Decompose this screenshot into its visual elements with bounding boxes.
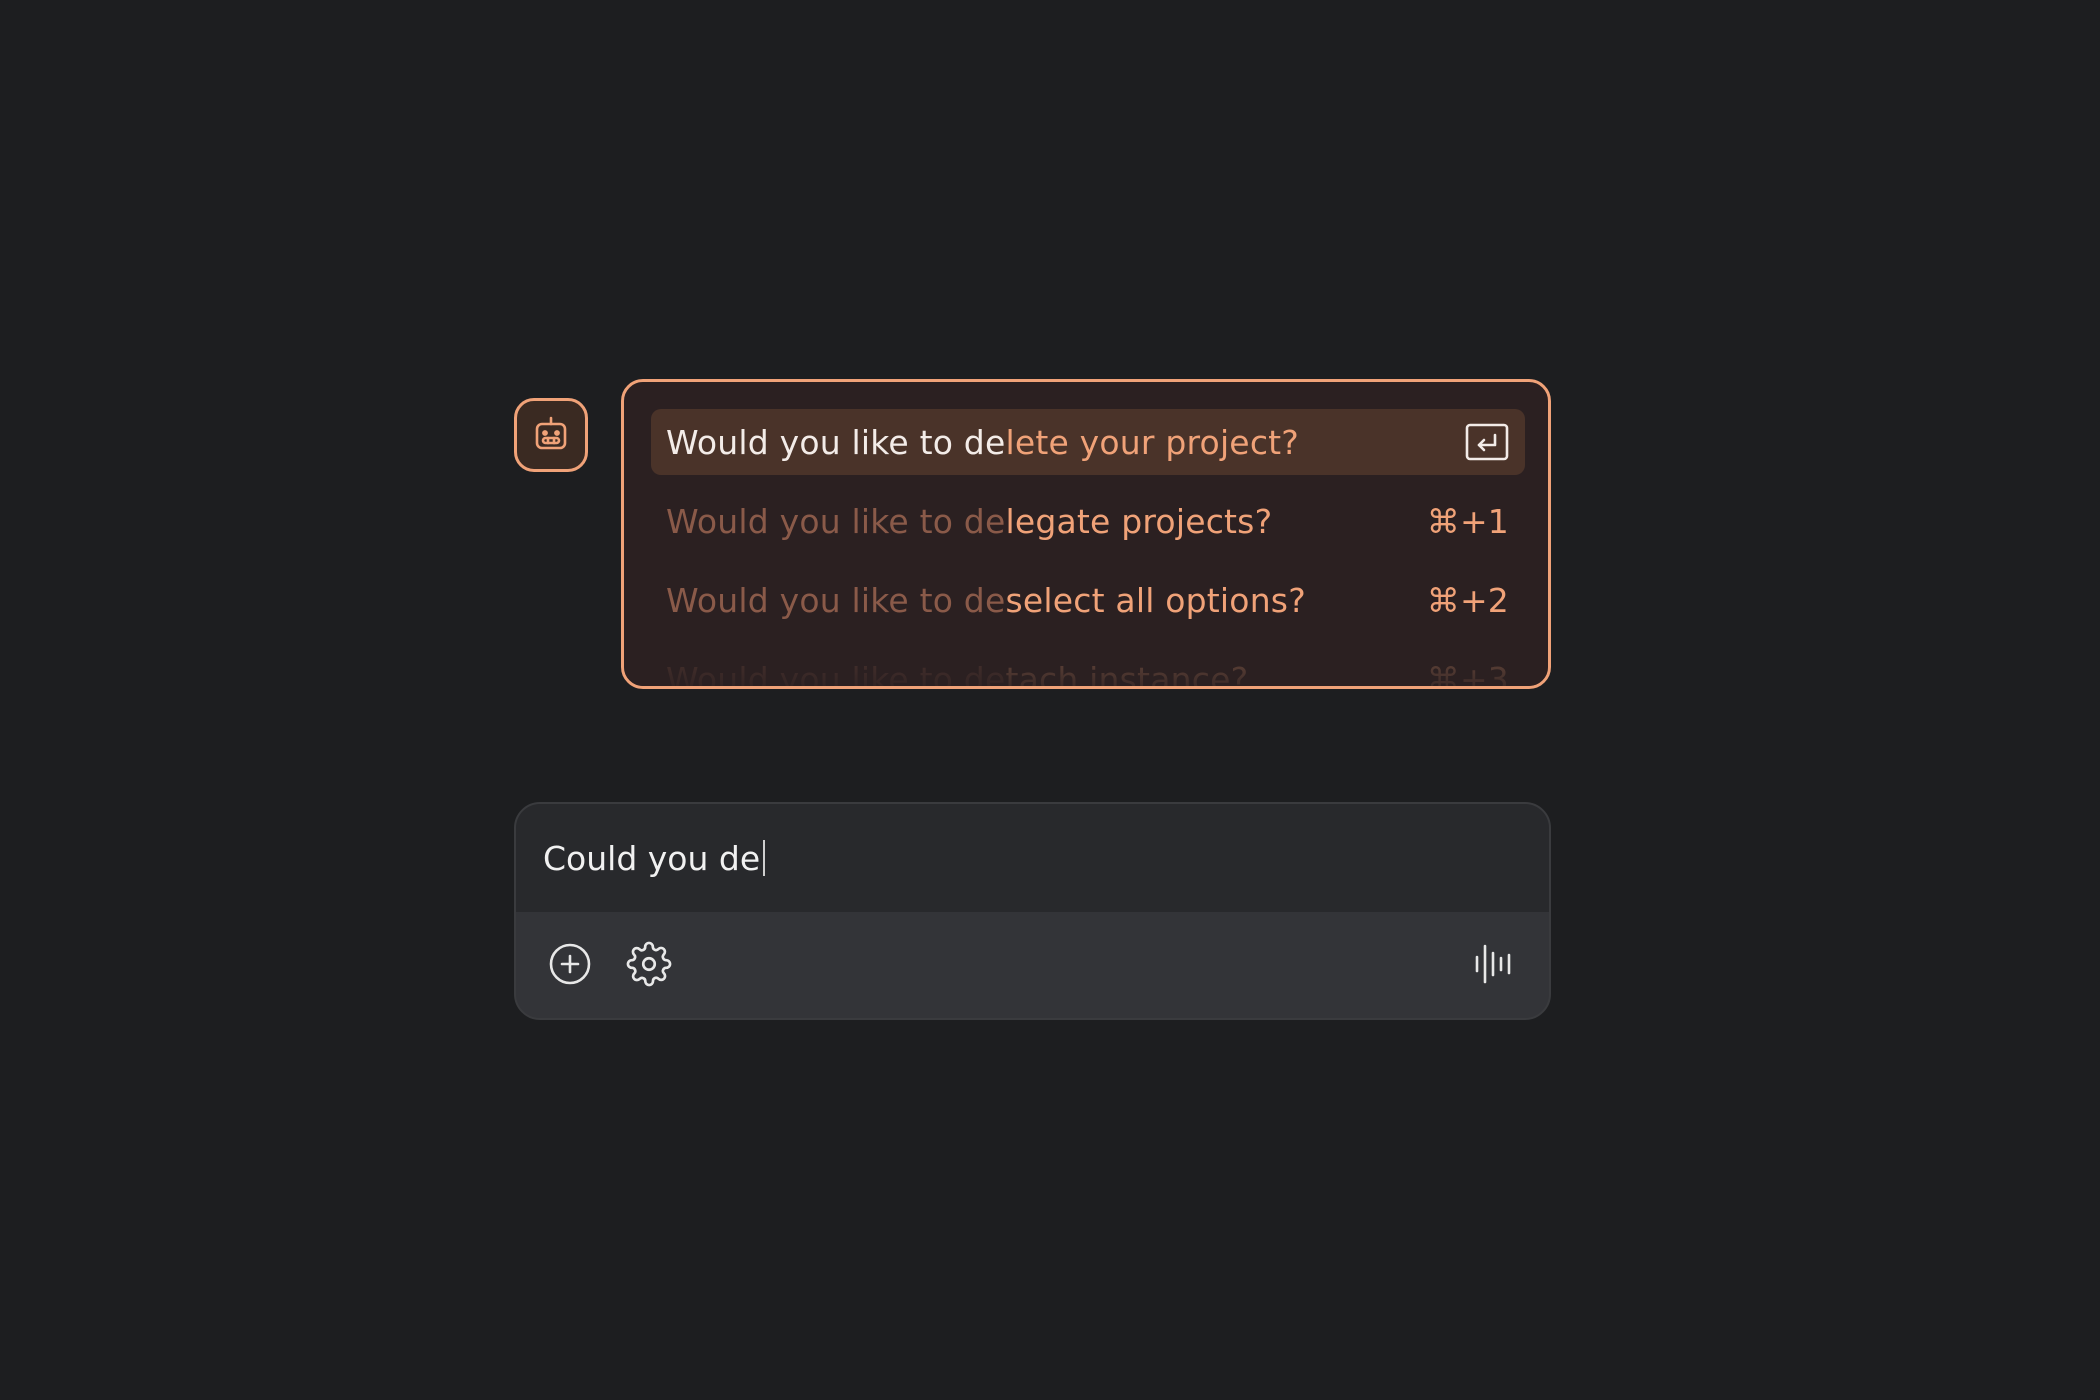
suggestion-completion: select all options? xyxy=(1005,580,1306,620)
enter-key-icon xyxy=(1465,423,1509,461)
chat-stage: Would you like to delete your project? W… xyxy=(0,0,2100,1400)
message-input[interactable]: Could you de xyxy=(516,804,1549,912)
text-caret xyxy=(763,840,766,876)
suggestion-typed-prefix: Would you like to de xyxy=(666,422,1006,462)
autocomplete-suggestions-panel: Would you like to delete your project? W… xyxy=(621,379,1551,689)
message-composer: Could you de xyxy=(514,802,1551,1020)
suggestion-typed-prefix: Would you like to de xyxy=(666,580,1006,620)
suggestion-text: Would you like to detach instance? xyxy=(666,659,1249,689)
suggestion-text: Would you like to delete your project? xyxy=(666,423,1299,462)
suggestion-completion: legate projects? xyxy=(1005,501,1273,541)
plus-circle-icon xyxy=(549,943,591,985)
suggestion-text: Would you like to deselect all options? xyxy=(666,581,1306,620)
robot-icon xyxy=(535,416,567,450)
suggestion-typed-prefix: Would you like to de xyxy=(666,501,1006,541)
gear-icon xyxy=(626,941,672,987)
suggestion-item[interactable]: Would you like to detach instance? ⌘+3 xyxy=(651,646,1525,689)
settings-button[interactable] xyxy=(624,939,674,989)
suggestion-item[interactable]: Would you like to deselect all options? … xyxy=(651,567,1525,633)
suggestion-shortcut: ⌘+2 xyxy=(1426,580,1509,620)
add-attachment-button[interactable] xyxy=(545,939,595,989)
suggestion-item-active[interactable]: Would you like to delete your project? xyxy=(651,409,1525,475)
suggestion-completion: lete your project? xyxy=(1005,422,1300,462)
suggestion-shortcut: ⌘+3 xyxy=(1426,659,1509,689)
suggestion-shortcut: ⌘+1 xyxy=(1426,501,1509,541)
voice-input-button[interactable] xyxy=(1469,939,1519,989)
suggestion-completion: tach instance? xyxy=(1005,659,1249,689)
message-input-value: Could you de xyxy=(543,838,761,878)
suggestion-text: Would you like to delegate projects? xyxy=(666,502,1272,541)
suggestion-typed-prefix: Would you like to de xyxy=(666,659,1006,689)
waveform-icon xyxy=(1475,944,1511,984)
composer-toolbar xyxy=(516,910,1549,1018)
suggestion-item[interactable]: Would you like to delegate projects? ⌘+1 xyxy=(651,488,1525,554)
assistant-avatar xyxy=(514,398,588,472)
